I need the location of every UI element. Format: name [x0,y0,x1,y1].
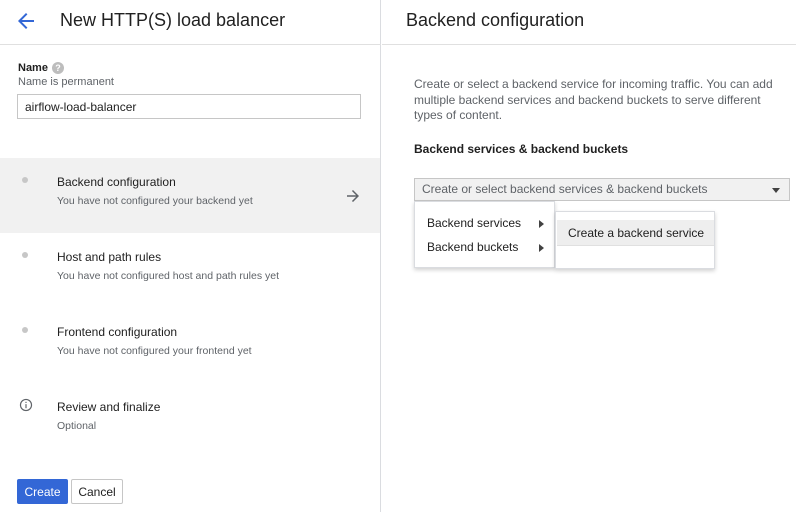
caret-down-icon [772,188,780,193]
select-placeholder: Create or select backend services & back… [422,182,708,196]
create-button[interactable]: Create [17,479,68,504]
step-backend-configuration[interactable]: Backend configuration You have not confi… [0,158,380,233]
page-title: New HTTP(S) load balancer [60,10,286,30]
info-icon [19,398,33,412]
create-backend-service-item[interactable]: Create a backend service [557,220,714,246]
backend-type-menu: Backend services Backend buckets [414,201,555,268]
backend-description: Create or select a backend service for i… [414,77,773,122]
step-subtitle: You have not configured host and path ru… [57,270,280,282]
left-panel: New HTTP(S) load balancer Name ? Name is… [0,0,381,512]
menu-item-label: Backend services [427,216,522,230]
backend-select-dropdown[interactable]: Create or select backend services & back… [414,178,790,201]
step-title: Backend configuration [57,175,176,189]
step-host-and-path-rules[interactable]: Host and path rules You have not configu… [0,233,380,308]
name-label: Name [18,62,48,74]
left-header: New HTTP(S) load balancer [0,0,381,45]
caret-right-icon [539,244,544,252]
back-arrow-icon[interactable] [14,9,38,33]
right-panel: Backend configuration Create or select a… [382,0,796,512]
menu-item-backend-buckets[interactable]: Backend buckets [415,236,554,260]
cancel-button[interactable]: Cancel [71,479,123,504]
name-hint: Name is permanent [18,76,114,88]
step-status-dot-icon [22,177,28,183]
step-subtitle: You have not configured your backend yet [57,195,253,207]
step-subtitle: You have not configured your frontend ye… [57,345,252,357]
help-icon[interactable]: ? [52,62,64,74]
step-title: Frontend configuration [57,325,178,339]
name-input[interactable] [17,94,361,119]
menu-item-label: Backend buckets [427,240,519,254]
step-frontend-configuration[interactable]: Frontend configuration You have not conf… [0,308,380,383]
arrow-right-icon[interactable] [344,187,362,205]
step-review-and-finalize[interactable]: Review and finalize Optional [0,383,380,458]
step-title: Review and finalize [57,400,161,414]
step-subtitle: Optional [57,420,97,432]
step-status-dot-icon [22,252,28,258]
submenu-item-label: Create a backend service [568,226,705,240]
step-title: Host and path rules [57,250,162,264]
section-title: Backend configuration [406,10,585,30]
backend-services-submenu: Create a backend service [555,211,715,269]
backend-subheading: Backend services & backend buckets [414,142,629,156]
right-header: Backend configuration [382,0,796,45]
caret-right-icon [539,220,544,228]
step-status-dot-icon [22,327,28,333]
menu-item-backend-services[interactable]: Backend services [415,212,554,236]
